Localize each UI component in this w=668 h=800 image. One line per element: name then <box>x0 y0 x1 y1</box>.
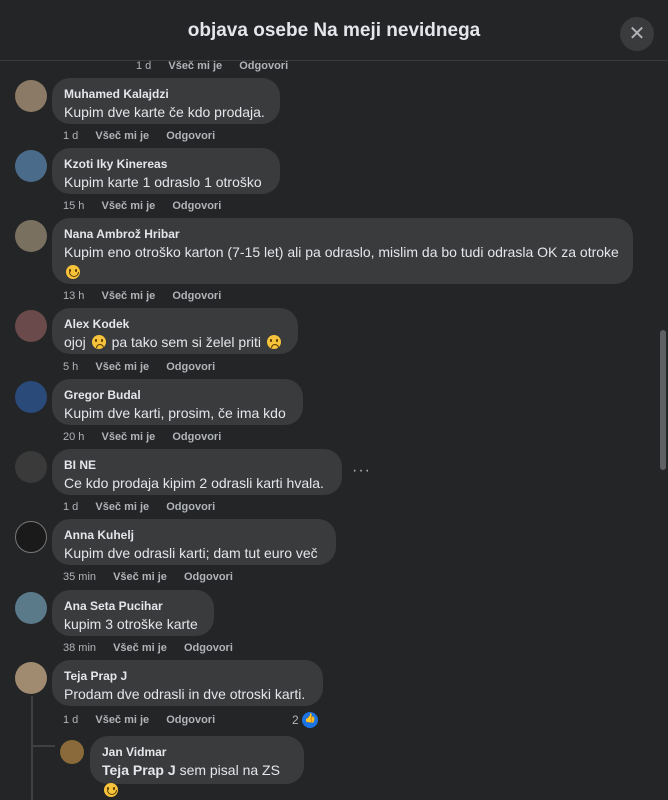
comment-bubble: Kzoti Iky Kinereas Kupim karte 1 odraslo… <box>52 148 280 194</box>
comment-text: ojoj <box>64 334 86 350</box>
avatar[interactable] <box>15 592 47 624</box>
comment-time: 1 d <box>63 501 79 513</box>
reaction-count[interactable]: 2 <box>292 712 318 728</box>
comment-author[interactable]: BI NE <box>64 457 330 473</box>
like-link[interactable]: Všeč mi je <box>101 290 155 302</box>
comment-time: 1 d <box>63 714 79 726</box>
comment-author[interactable]: Kzoti Iky Kinereas <box>64 156 268 172</box>
smile-emoji-icon <box>104 783 118 797</box>
scrollbar-thumb[interactable] <box>660 330 666 470</box>
like-link[interactable]: Všeč mi je <box>168 60 222 72</box>
close-button[interactable]: ✕ <box>620 17 654 51</box>
comment-text: Prodam dve odrasli in dve otroski karti. <box>64 686 306 702</box>
reply-link[interactable]: Odgovori <box>239 60 288 72</box>
thread-line <box>31 696 33 800</box>
comment-text: Kupim dve odrasli karti; dam tut euro ve… <box>64 545 318 561</box>
comment-text: sem pisal na ZS <box>179 762 280 778</box>
comment-author[interactable]: Ana Seta Pucihar <box>64 598 202 614</box>
comment-author[interactable]: Jan Vidmar <box>102 744 292 760</box>
comment-time: 38 min <box>63 642 97 654</box>
comment-time: 35 min <box>63 571 97 583</box>
like-link[interactable]: Všeč mi je <box>95 501 149 513</box>
comment-bubble: Anna Kuhelj Kupim dve odrasli karti; dam… <box>52 519 336 565</box>
more-dots-icon: ··· <box>352 462 371 479</box>
like-link[interactable]: Všeč mi je <box>113 642 167 654</box>
comment-author[interactable]: Alex Kodek <box>64 316 286 332</box>
like-link[interactable]: Všeč mi je <box>113 571 167 583</box>
comment-actions: 1 d Všeč mi je Odgovori <box>63 130 229 142</box>
comment-author[interactable]: Gregor Budal <box>64 387 291 403</box>
thread-connector <box>31 745 55 747</box>
reply-link[interactable]: Odgovori <box>166 130 215 142</box>
avatar[interactable] <box>15 310 47 342</box>
comment-actions: 15 h Všeč mi je Odgovori <box>63 200 235 212</box>
avatar[interactable] <box>15 381 47 413</box>
reply-link[interactable]: Odgovori <box>184 571 233 583</box>
reply-link[interactable]: Odgovori <box>184 642 233 654</box>
like-reaction-icon <box>301 712 318 728</box>
mention-link[interactable]: Teja Prap J <box>102 762 176 778</box>
comment-time: 15 h <box>63 200 85 212</box>
comment-author[interactable]: Nana Ambrož Hribar <box>64 226 621 242</box>
grin-sweat-emoji-icon <box>66 265 80 279</box>
avatar[interactable] <box>15 220 47 252</box>
comment-time: 13 h <box>63 290 85 302</box>
avatar[interactable] <box>15 662 47 694</box>
comment-bubble: Muhamed Kalajdzi Kupim dve karte če kdo … <box>52 78 280 124</box>
like-link[interactable]: Všeč mi je <box>95 361 149 373</box>
comment-bubble: Teja Prap J Prodam dve odrasli in dve ot… <box>52 660 323 706</box>
avatar[interactable] <box>15 80 47 112</box>
avatar[interactable] <box>15 521 47 553</box>
reply-link[interactable]: Odgovori <box>172 290 221 302</box>
dialog-title: objava osebe Na meji nevidnega <box>187 20 481 41</box>
reply-link[interactable]: Odgovori <box>166 714 215 726</box>
comment-time: 1 d <box>136 60 152 72</box>
sad-emoji-icon <box>91 335 106 349</box>
comment-bubble: Alex Kodek ojoj pa tako sem si želel pri… <box>52 308 298 354</box>
dialog-header: objava osebe Na meji nevidnega ✕ <box>0 0 668 61</box>
like-link[interactable]: Všeč mi je <box>95 130 149 142</box>
comment-text: pa tako sem si želel priti <box>111 334 261 350</box>
comment-actions-partial: 1 d Všeč mi je Odgovori <box>136 60 302 72</box>
more-options-button[interactable]: ··· <box>352 462 371 480</box>
comment-text: kupim 3 otroške karte <box>64 616 198 632</box>
comment-time: 1 d <box>63 130 79 142</box>
like-link[interactable]: Všeč mi je <box>101 431 155 443</box>
reply-bubble: Jan Vidmar Teja Prap J sem pisal na ZS <box>90 736 304 797</box>
comment-actions: 1 d Všeč mi je Odgovori <box>63 714 229 726</box>
comment-bubble: Ana Seta Pucihar kupim 3 otroške karte <box>52 590 214 636</box>
sad-emoji-icon <box>266 335 281 349</box>
comment-actions: 13 h Všeč mi je Odgovori <box>63 290 235 302</box>
comment-bubble: BI NE Ce kdo prodaja kipim 2 odrasli kar… <box>52 449 342 495</box>
comment-text: Kupim karte 1 odraslo 1 otroško <box>64 174 262 190</box>
comment-time: 20 h <box>63 431 85 443</box>
avatar[interactable] <box>15 451 47 483</box>
avatar[interactable] <box>15 150 47 182</box>
comment-actions: 20 h Všeč mi je Odgovori <box>63 431 235 443</box>
comment-text: Kupim eno otroško karton (7-15 let) ali … <box>64 244 619 260</box>
like-link[interactable]: Všeč mi je <box>95 714 149 726</box>
comment-author[interactable]: Anna Kuhelj <box>64 527 324 543</box>
reply-link[interactable]: Odgovori <box>172 200 221 212</box>
avatar[interactable] <box>60 740 84 764</box>
close-icon: ✕ <box>628 23 646 45</box>
comment-text: Kupim dve karte če kdo prodaja. <box>64 104 265 120</box>
comment-text: Ce kdo prodaja kipim 2 odrasli karti hva… <box>64 475 324 491</box>
reaction-count-value: 2 <box>292 713 299 727</box>
comment-text: Kupim dve karti, prosim, če ima kdo <box>64 405 286 421</box>
comment-bubble: Nana Ambrož Hribar Kupim eno otroško kar… <box>52 218 633 284</box>
like-link[interactable]: Všeč mi je <box>101 200 155 212</box>
reply-link[interactable]: Odgovori <box>172 431 221 443</box>
comment-author[interactable]: Muhamed Kalajdzi <box>64 86 268 102</box>
reply-link[interactable]: Odgovori <box>166 501 215 513</box>
comment-actions: 5 h Všeč mi je Odgovori <box>63 361 229 373</box>
comment-author[interactable]: Teja Prap J <box>64 668 311 684</box>
comment-bubble: Gregor Budal Kupim dve karti, prosim, če… <box>52 379 303 425</box>
reply-link[interactable]: Odgovori <box>166 361 215 373</box>
comment-actions: 38 min Všeč mi je Odgovori <box>63 642 247 654</box>
comment-time: 5 h <box>63 361 79 373</box>
comment-actions: 1 d Všeč mi je Odgovori <box>63 501 229 513</box>
comment-actions: 35 min Všeč mi je Odgovori <box>63 571 247 583</box>
